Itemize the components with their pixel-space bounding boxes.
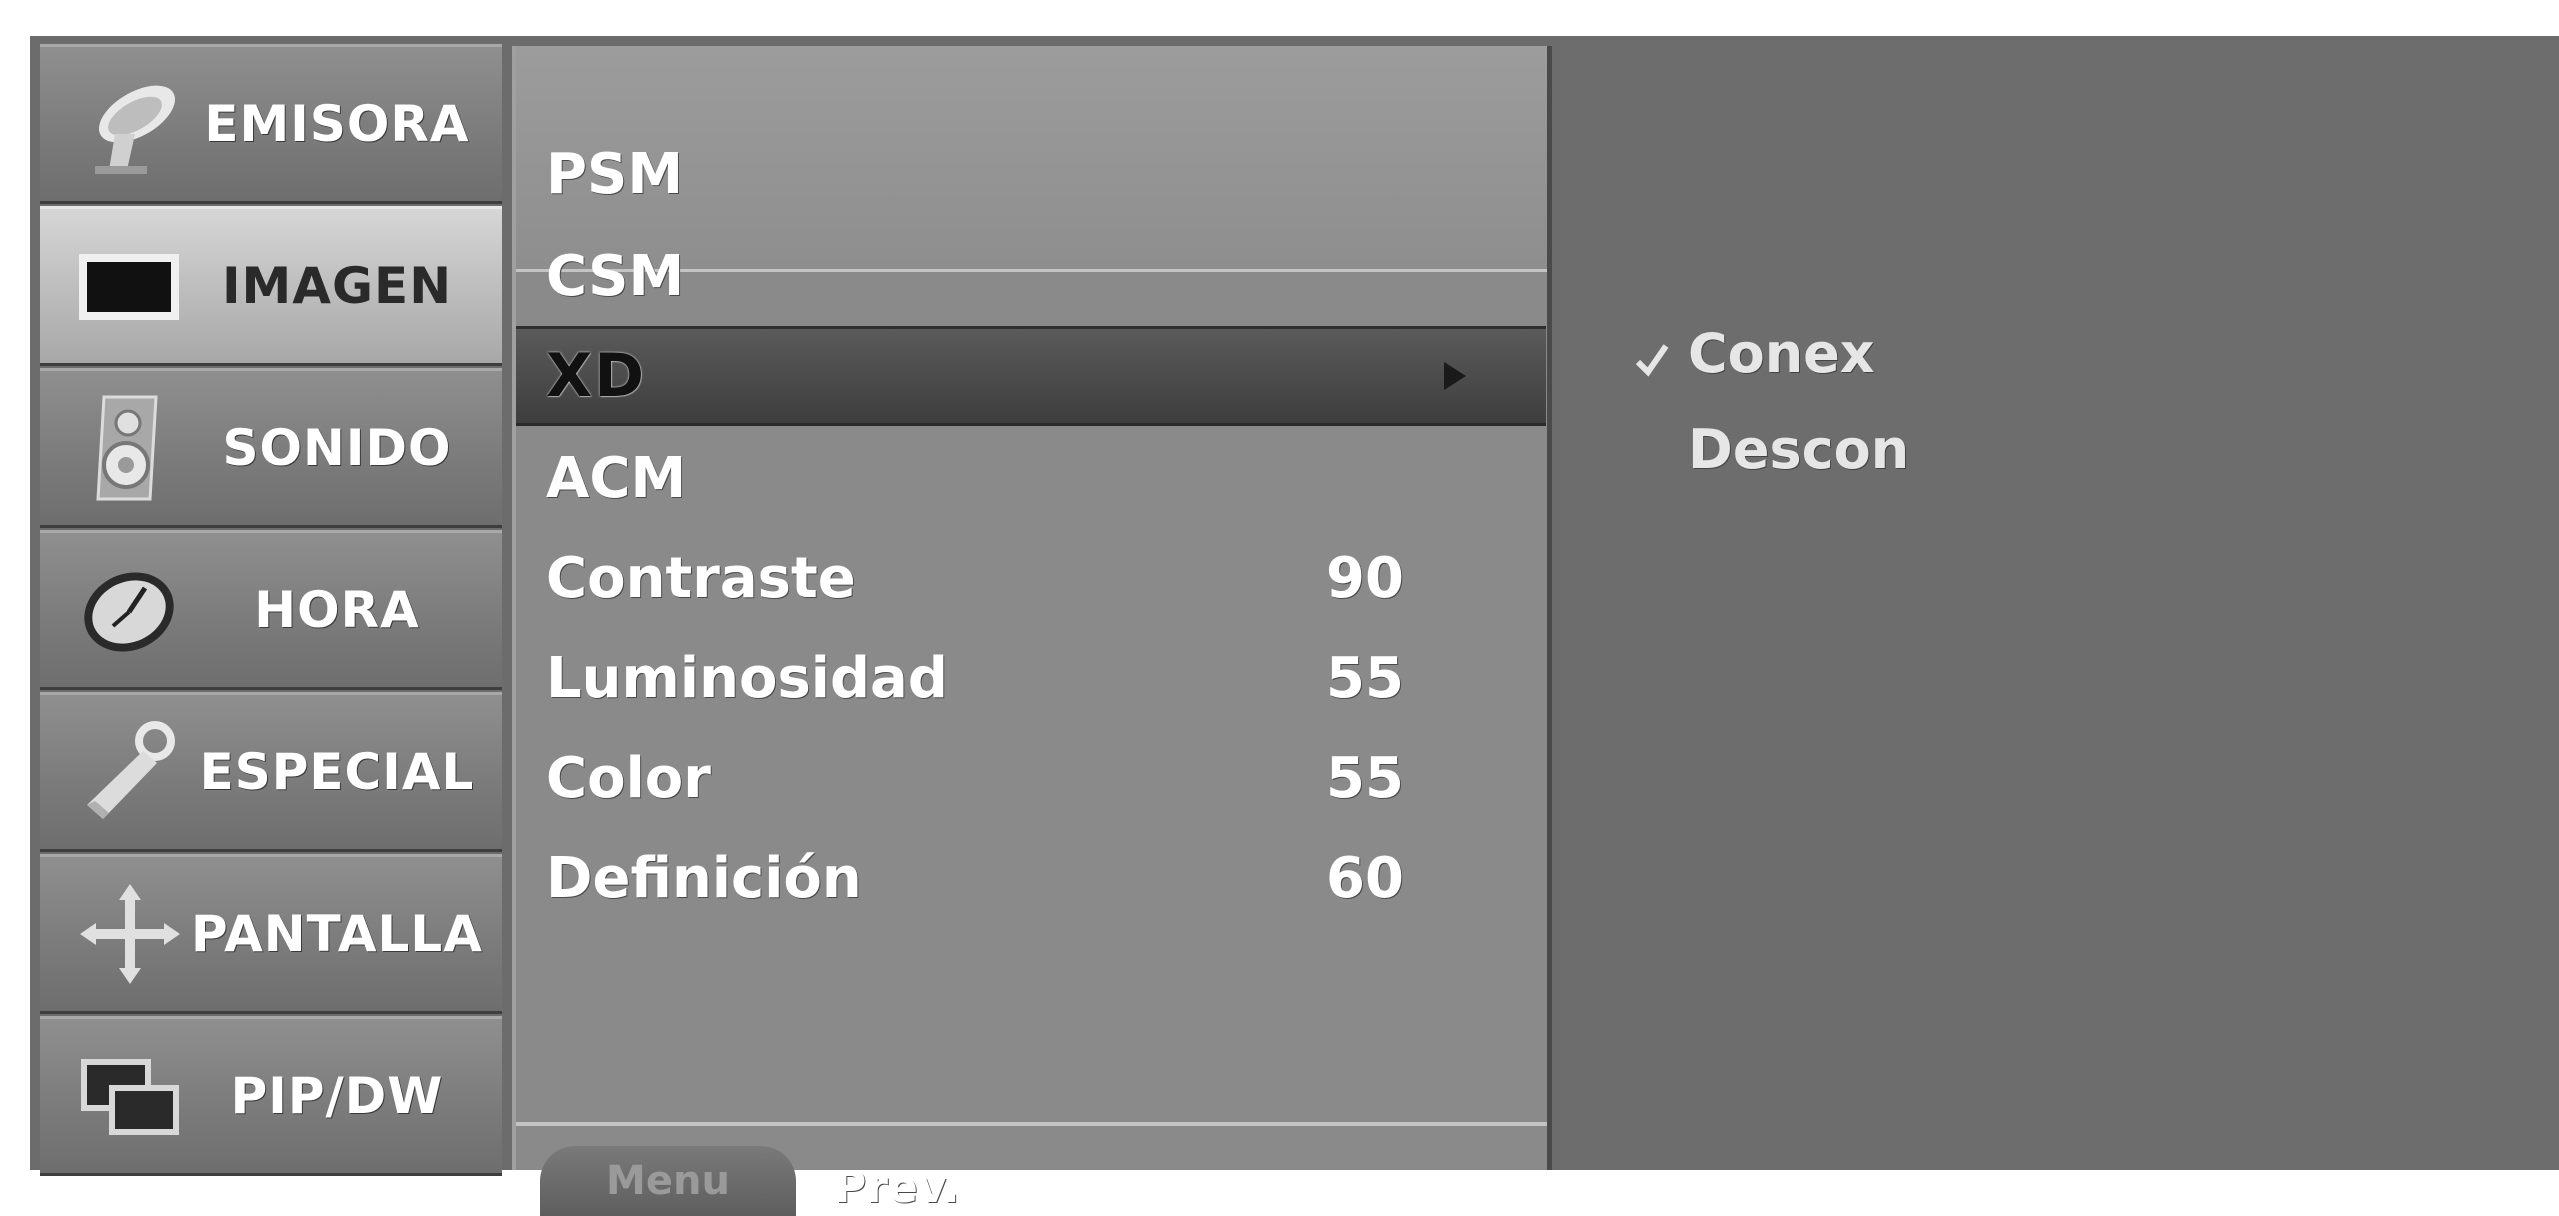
sidebar-item-pip-dw[interactable]: PIP/DW bbox=[40, 1016, 502, 1176]
sidebar-item-label: IMAGEN bbox=[221, 257, 453, 315]
key-icon bbox=[70, 721, 190, 822]
menu-item-value: 90 bbox=[1326, 545, 1404, 611]
option-descon[interactable]: Descon bbox=[1688, 418, 1909, 481]
sidebar-item-label: EMISORA bbox=[204, 95, 470, 153]
sidebar-item-imagen[interactable]: IMAGEN bbox=[40, 206, 502, 366]
menu-item-label: Contraste bbox=[546, 545, 856, 611]
menu-item-luminosidad[interactable]: Luminosidad 55 bbox=[546, 630, 1506, 726]
sidebar-item-hora[interactable]: HORA bbox=[40, 530, 502, 690]
pip-icon bbox=[70, 1046, 190, 1146]
sidebar-item-label: SONIDO bbox=[222, 419, 452, 477]
menu-item-label: PSM bbox=[546, 141, 684, 207]
picture-menu-panel: PSM CSM XD ACM Contraste 90 Luminosidad … bbox=[512, 46, 1552, 1216]
sidebar-item-label: PANTALLA bbox=[191, 905, 483, 963]
category-sidebar: EMISORA IMAGEN SONIDO HORA ESPECIAL PANT… bbox=[40, 44, 502, 1176]
menu-item-value: 55 bbox=[1326, 645, 1404, 711]
arrows-icon bbox=[70, 884, 190, 984]
menu-item-label: Definición bbox=[546, 845, 862, 911]
sidebar-item-label: HORA bbox=[254, 581, 420, 639]
menu-item-value: 55 bbox=[1326, 745, 1404, 811]
option-conex[interactable]: Conex bbox=[1688, 322, 1875, 385]
menu-button[interactable]: Menu bbox=[540, 1146, 796, 1216]
menu-item-label: ACM bbox=[546, 445, 687, 511]
menu-item-label: XD bbox=[546, 341, 647, 411]
sidebar-item-label: PIP/DW bbox=[230, 1067, 444, 1125]
speaker-icon bbox=[70, 395, 190, 501]
menu-item-contraste[interactable]: Contraste 90 bbox=[546, 530, 1506, 626]
sidebar-item-sonido[interactable]: SONIDO bbox=[40, 368, 502, 528]
clock-icon bbox=[70, 560, 190, 660]
sidebar-item-label: ESPECIAL bbox=[199, 743, 475, 801]
menu-item-xd[interactable]: XD bbox=[516, 326, 1546, 426]
menu-item-definicion[interactable]: Definición 60 bbox=[546, 830, 1506, 926]
menu-item-value: 60 bbox=[1326, 845, 1404, 911]
check-icon bbox=[1635, 344, 1669, 377]
menu-item-label: Color bbox=[546, 745, 711, 811]
menu-item-label: Luminosidad bbox=[546, 645, 948, 711]
sidebar-item-emisora[interactable]: EMISORA bbox=[40, 44, 502, 204]
menu-item-color[interactable]: Color 55 bbox=[546, 730, 1506, 826]
menu-item-psm[interactable]: PSM bbox=[546, 126, 1506, 222]
menu-item-acm[interactable]: ACM bbox=[546, 430, 1506, 526]
xd-options-panel: Conex Descon bbox=[1560, 40, 2559, 1170]
sidebar-item-pantalla[interactable]: PANTALLA bbox=[40, 854, 502, 1014]
menu-item-label: CSM bbox=[546, 243, 685, 309]
menu-item-csm[interactable]: CSM bbox=[546, 228, 1506, 324]
sidebar-item-especial[interactable]: ESPECIAL bbox=[40, 692, 502, 852]
right-arrow-icon bbox=[1444, 362, 1466, 390]
satellite-dish-icon bbox=[70, 74, 190, 174]
screen-icon bbox=[70, 236, 190, 336]
